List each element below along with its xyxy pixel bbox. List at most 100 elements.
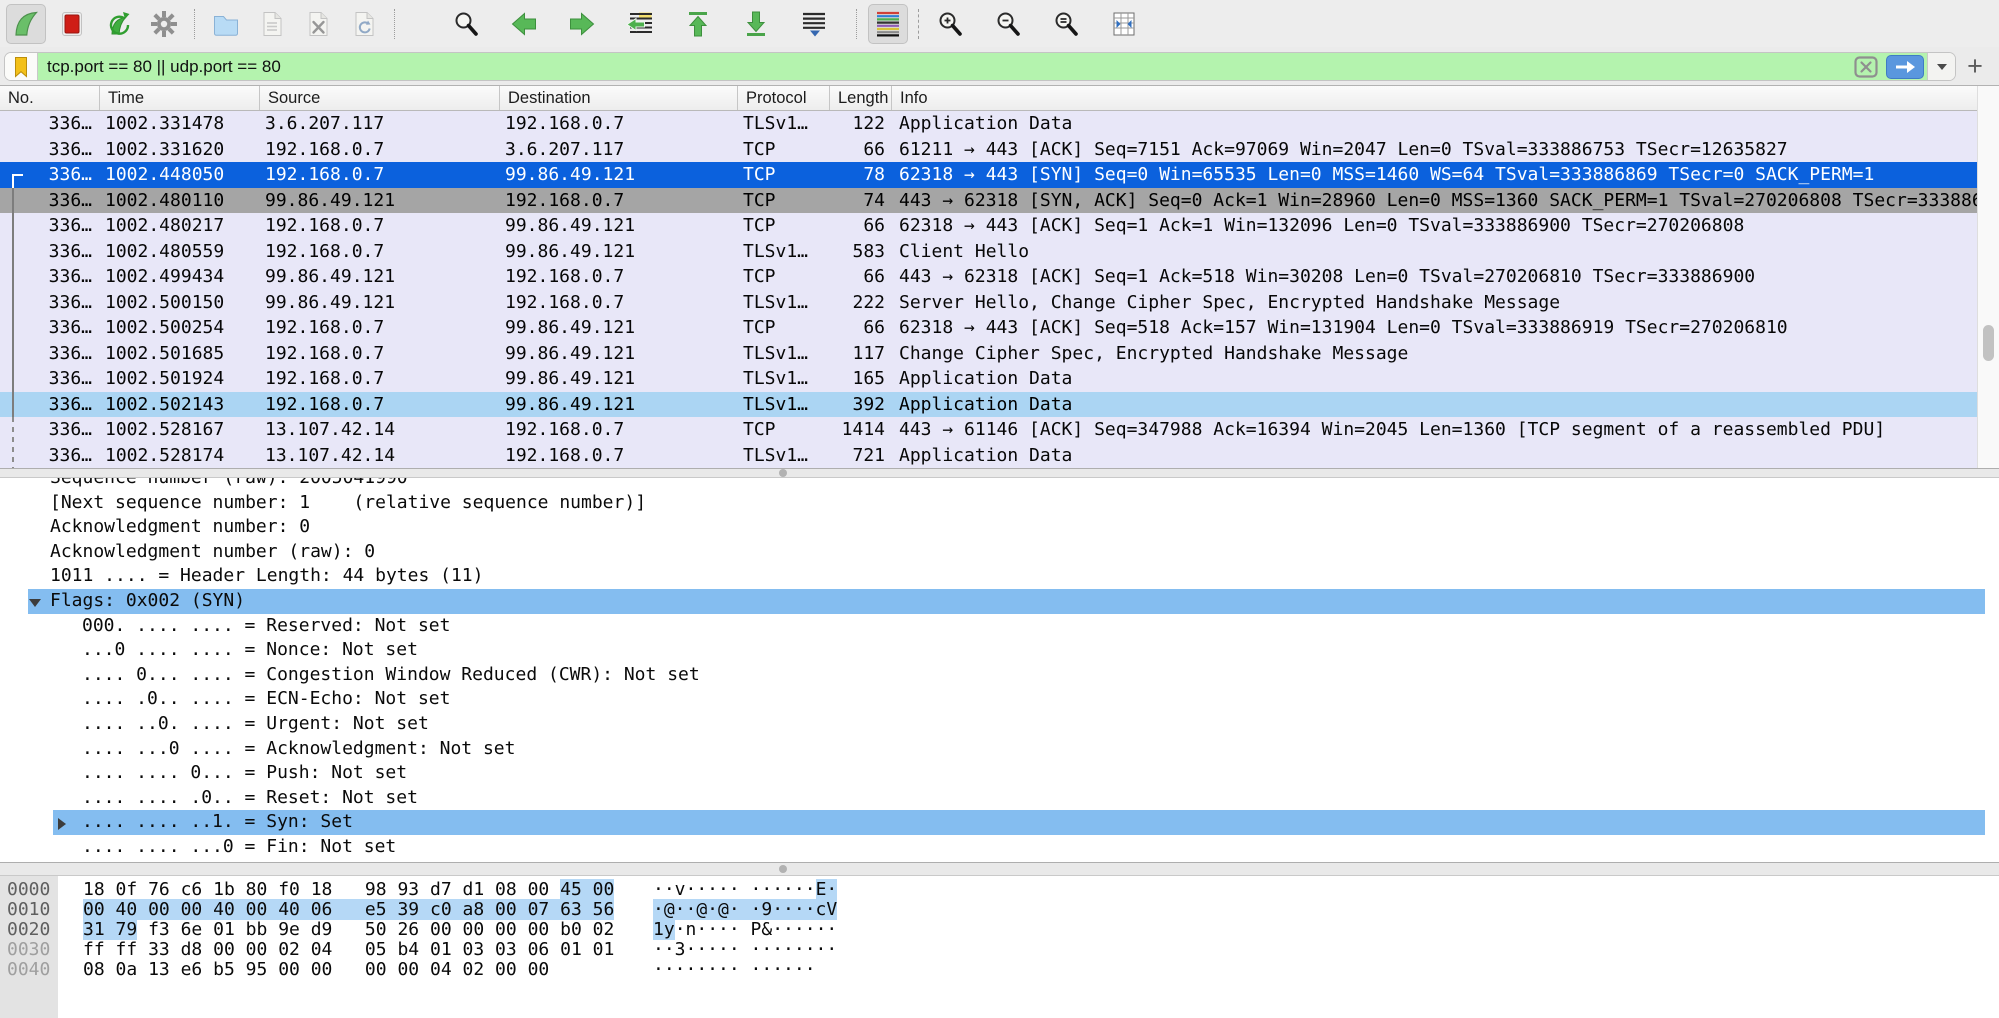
pane-splitter[interactable] — [0, 862, 1999, 876]
go-back-button[interactable] — [504, 4, 544, 44]
scrollbar-thumb[interactable] — [1983, 325, 1994, 361]
colorize-button[interactable] — [868, 4, 908, 44]
detail-line[interactable]: .... .... ..1. = Syn: Set — [0, 810, 1999, 835]
find-packet-button[interactable] — [446, 4, 486, 44]
packet-row[interactable]: 336…1002.502143192.168.0.799.86.49.121TL… — [0, 392, 1977, 418]
packet-proto: TLSv1… — [738, 113, 830, 134]
go-to-last-button[interactable] — [736, 4, 776, 44]
splitter-handle-icon — [779, 469, 787, 477]
expander-right-icon[interactable] — [58, 818, 66, 830]
packet-row[interactable]: 336…1002.3314783.6.207.117192.168.0.7TLS… — [0, 111, 1977, 137]
hex-row[interactable]: 000018 0f 76 c6 1b 80 f0 18 98 93 d7 d1 … — [0, 880, 1999, 900]
save-file-button[interactable] — [252, 4, 292, 44]
packet-row[interactable]: 336…1002.52816713.107.42.14192.168.0.7TC… — [0, 417, 1977, 443]
packet-row[interactable]: 336…1002.52817413.107.42.14192.168.0.7TL… — [0, 443, 1977, 469]
hex-bytes: 08 0a 13 e6 b5 95 00 00 00 00 04 02 00 0… — [83, 960, 549, 980]
packet-len: 1414 — [830, 419, 892, 440]
pane-splitter[interactable] — [0, 468, 1999, 478]
chevron-down-icon — [1937, 64, 1947, 70]
packet-row[interactable]: 336…1002.501924192.168.0.799.86.49.121TL… — [0, 366, 1977, 392]
detail-line[interactable]: .... .... .0.. = Reset: Not set — [0, 786, 1999, 811]
hex-offset: 0010 — [7, 900, 50, 920]
filter-text-area[interactable]: tcp.port == 80 || udp.port == 80 — [38, 53, 1849, 80]
filter-bookmark-button[interactable] — [5, 53, 38, 80]
detail-line[interactable]: .... ...0 .... = Acknowledgment: Not set — [0, 737, 1999, 762]
gear-icon — [149, 9, 179, 39]
detail-line[interactable]: Sequence number (raw): 2005041990 — [0, 478, 1999, 491]
packet-row[interactable]: 336…1002.480217192.168.0.799.86.49.121TC… — [0, 213, 1977, 239]
column-header-no[interactable]: No. — [0, 86, 100, 110]
filter-clear-button[interactable] — [1849, 53, 1883, 80]
column-header-info[interactable]: Info — [892, 86, 1999, 110]
detail-line[interactable]: 1011 .... = Header Length: 44 bytes (11) — [0, 564, 1999, 589]
close-file-button[interactable] — [298, 4, 338, 44]
zoom-out-icon — [993, 9, 1023, 39]
detail-line[interactable]: [Next sequence number: 1 (relative seque… — [0, 491, 1999, 516]
packet-time: 1002.480559 — [100, 241, 260, 262]
go-forward-button[interactable] — [562, 4, 602, 44]
packet-src: 99.86.49.121 — [260, 266, 500, 287]
packet-info: Client Hello — [892, 241, 1977, 262]
packet-row[interactable]: 336…1002.48011099.86.49.121192.168.0.7TC… — [0, 188, 1977, 214]
filter-add-button[interactable]: + — [1961, 51, 1989, 81]
packet-row[interactable]: 336…1002.50015099.86.49.121192.168.0.7TL… — [0, 290, 1977, 316]
open-file-button[interactable] — [206, 4, 246, 44]
zoom-in-button[interactable] — [930, 4, 970, 44]
packet-row[interactable]: 336…1002.501685192.168.0.799.86.49.121TL… — [0, 341, 1977, 367]
detail-line[interactable]: .... .... 0... = Push: Not set — [0, 761, 1999, 786]
display-filter-input[interactable]: tcp.port == 80 || udp.port == 80 — [4, 52, 1956, 81]
zoom-out-button[interactable] — [988, 4, 1028, 44]
column-header-time[interactable]: Time — [100, 86, 260, 110]
save-document-icon — [257, 9, 287, 39]
zoom-reset-button[interactable] — [1046, 4, 1086, 44]
detail-line[interactable]: .... .0.. .... = ECN-Echo: Not set — [0, 687, 1999, 712]
detail-text: .... .... ...0 = Fin: Not set — [82, 835, 396, 860]
toolbar-separator — [194, 9, 196, 39]
hex-row[interactable]: 002031 79 f3 6e 01 bb 9e d9 50 26 00 00 … — [0, 920, 1999, 940]
auto-scroll-button[interactable] — [794, 4, 834, 44]
packet-time: 1002.480110 — [100, 190, 260, 211]
hex-row[interactable]: 001000 40 00 00 40 00 40 06 e5 39 c0 a8 … — [0, 900, 1999, 920]
column-header-dst[interactable]: Destination — [500, 86, 738, 110]
packet-row[interactable]: 336…1002.331620192.168.0.73.6.207.117TCP… — [0, 137, 1977, 163]
capture-options-button[interactable] — [144, 4, 184, 44]
go-to-first-button[interactable] — [678, 4, 718, 44]
restart-capture-button[interactable] — [98, 4, 138, 44]
reload-file-button[interactable] — [344, 4, 384, 44]
packet-dst: 192.168.0.7 — [500, 266, 738, 287]
packet-no: 336… — [0, 368, 100, 389]
expander-down-icon[interactable] — [29, 599, 41, 607]
detail-line[interactable]: Acknowledgment number: 0 — [0, 515, 1999, 540]
detail-line[interactable]: .... ..0. .... = Urgent: Not set — [0, 712, 1999, 737]
column-header-proto[interactable]: Protocol — [738, 86, 830, 110]
hex-row[interactable]: 0030ff ff 33 d8 00 00 02 04 05 b4 01 03 … — [0, 940, 1999, 960]
filter-apply-button[interactable] — [1883, 53, 1927, 80]
hex-row[interactable]: 004008 0a 13 e6 b5 95 00 00 00 00 04 02 … — [0, 960, 1999, 980]
go-to-packet-button[interactable] — [620, 4, 660, 44]
packet-row[interactable]: 336…1002.49943499.86.49.121192.168.0.7TC… — [0, 264, 1977, 290]
packet-dst: 99.86.49.121 — [500, 241, 738, 262]
packet-list-scrollbar[interactable] — [1977, 86, 1999, 468]
column-header-src[interactable]: Source — [260, 86, 500, 110]
packet-time: 1002.480217 — [100, 215, 260, 236]
start-capture-button[interactable] — [6, 4, 46, 44]
detail-line[interactable]: Flags: 0x002 (SYN) — [0, 589, 1999, 614]
filter-history-dropdown[interactable] — [1927, 53, 1955, 80]
detail-line[interactable]: 000. .... .... = Reserved: Not set — [0, 614, 1999, 639]
packet-proto: TLSv1… — [738, 241, 830, 262]
detail-line[interactable]: .... .... ...0 = Fin: Not set — [0, 835, 1999, 860]
column-header-len[interactable]: Length — [830, 86, 892, 110]
detail-line[interactable]: ...0 .... .... = Nonce: Not set — [0, 638, 1999, 663]
packet-row[interactable]: 336…1002.480559192.168.0.799.86.49.121TL… — [0, 239, 1977, 265]
stop-capture-button[interactable] — [52, 4, 92, 44]
packet-dst: 192.168.0.7 — [500, 113, 738, 134]
detail-line[interactable]: Acknowledgment number (raw): 0 — [0, 540, 1999, 565]
detail-line[interactable]: .... 0... .... = Congestion Window Reduc… — [0, 663, 1999, 688]
conversation-bracket — [12, 174, 14, 188]
packet-row[interactable]: 336…1002.500254192.168.0.799.86.49.121TC… — [0, 315, 1977, 341]
reload-document-icon — [349, 9, 379, 39]
packet-row[interactable]: 336…1002.448050192.168.0.799.86.49.121TC… — [0, 162, 1977, 188]
packet-proto: TCP — [738, 266, 830, 287]
resize-columns-button[interactable] — [1104, 4, 1144, 44]
toolbar-separator — [918, 9, 920, 39]
